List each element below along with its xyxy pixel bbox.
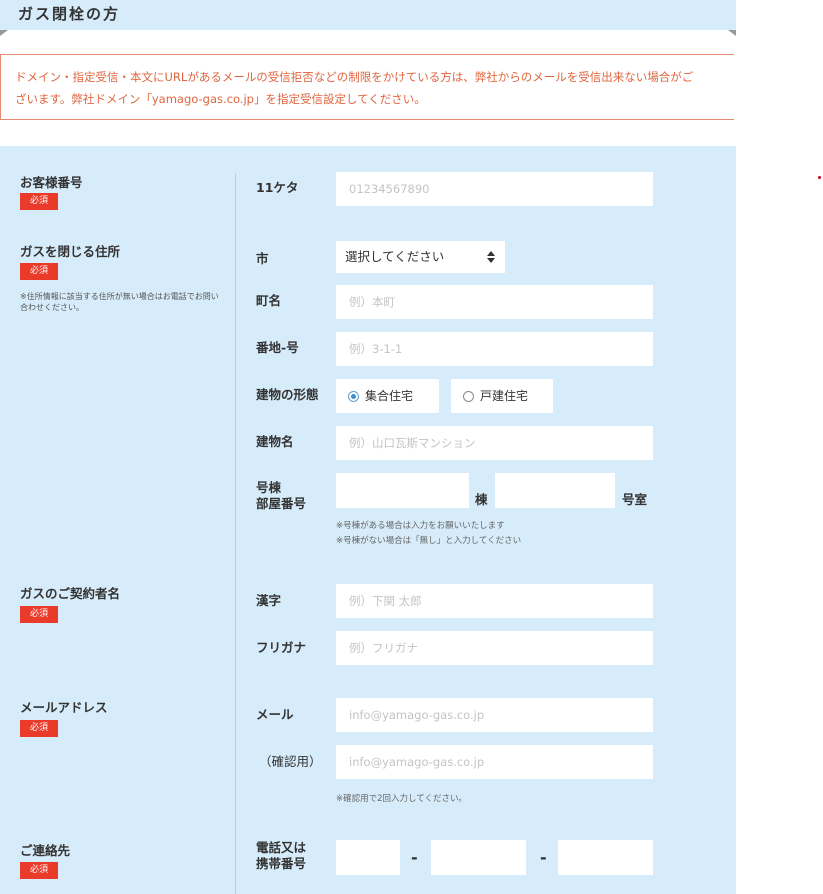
required-badge: 必須 [20,862,58,879]
address-section-label: ガスを閉じる住所 [20,244,121,259]
customer-number-input[interactable] [336,172,653,206]
contact-section-label: ご連絡先 [20,843,71,858]
header-fold-right [728,30,736,36]
room-note-1: ※号棟がある場合は入力をお願いいたします [336,521,505,531]
city-select[interactable]: 選択してください [336,241,505,273]
required-badge: 必須 [20,606,58,623]
column-divider [235,173,236,894]
room-suffix: 号室 [622,492,648,507]
radio-apartment-label: 集合住宅 [365,389,414,403]
select-arrows-icon [487,251,495,263]
address-note: ※住所情報に該当する住所が無い場合はお電話でお問い合わせください。 [20,292,219,312]
header-fold-left [0,30,8,36]
email-section-label: メールアドレス [20,700,108,715]
phone-part-1-input[interactable] [336,840,400,875]
customer-number-field-label: 11ケタ [256,180,299,195]
building-name-label: 建物名 [256,434,294,449]
phone-label: 電話又は 携帯番号 [256,840,306,872]
room-label-line-2: 部屋番号 [256,496,307,511]
city-selected-value: 選択してください [345,249,445,264]
room-note-2: ※号棟がない場合は「無し」と入力してください [336,536,522,546]
email-confirm-label: （確認用） [259,754,322,769]
required-badge: 必須 [20,263,58,280]
phone-separator: - [540,848,547,867]
page-header: ガス閉栓の方 [0,0,736,30]
block-number-label: 番地-号 [256,340,299,355]
room-number-input[interactable] [495,473,615,508]
radio-detached[interactable]: 戸建住宅 [451,379,553,413]
email-note: ※確認用で2回入力してください。 [336,794,468,804]
phone-label-line-1: 電話又は [256,840,307,855]
town-label: 町名 [256,293,282,308]
required-badge: 必須 [20,720,58,737]
closure-form: お客様番号 必須 11ケタ ガスを閉じる住所 必須 ※住所情報に該当する住所が無… [0,146,736,894]
kana-name-input[interactable] [336,631,653,665]
building-wing-input[interactable] [336,473,469,508]
email-confirm-input[interactable] [336,745,653,779]
wing-suffix: 棟 [475,492,488,507]
radio-unchecked-icon[interactable] [463,391,474,402]
radio-apartment[interactable]: 集合住宅 [336,379,439,413]
room-label-line-1: 号棟 [256,480,282,495]
phone-part-2-input[interactable] [431,840,526,875]
required-badge: 必須 [20,193,58,210]
kana-label: フリガナ [256,640,307,655]
city-label: 市 [256,251,269,266]
phone-separator: - [411,848,418,867]
contractor-section-label: ガスのご契約者名 [20,586,121,601]
room-note: ※号棟がある場合は入力をお願いいたします ※号棟がない場合は「無し」と入力してく… [336,519,521,549]
kanji-name-input[interactable] [336,584,653,618]
kanji-label: 漢字 [256,593,282,608]
email-domain-notice: ドメイン・指定受信・本文にURLがあるメールの受信拒否などの制限をかけている方は… [0,54,734,120]
mail-label: メール [256,707,294,722]
block-number-input[interactable] [336,332,653,366]
customer-number-section-label: お客様番号 [20,175,83,190]
building-name-input[interactable] [336,426,653,460]
notice-line-2: ざいます。弊社ドメイン「yamago-gas.co.jp」を指定受信設定してくだ… [15,92,426,106]
email-input[interactable] [336,698,653,732]
radio-detached-label: 戸建住宅 [480,389,529,403]
radio-checked-icon[interactable] [348,391,359,402]
decorative-dot [818,176,821,179]
phone-part-3-input[interactable] [558,840,653,875]
notice-line-1: ドメイン・指定受信・本文にURLがあるメールの受信拒否などの制限をかけている方は… [15,70,694,84]
building-type-label: 建物の形態 [256,387,319,402]
phone-label-line-2: 携帯番号 [256,856,307,871]
page-title: ガス閉栓の方 [18,5,121,23]
room-label: 号棟 部屋番号 [256,480,306,512]
town-input[interactable] [336,285,653,319]
